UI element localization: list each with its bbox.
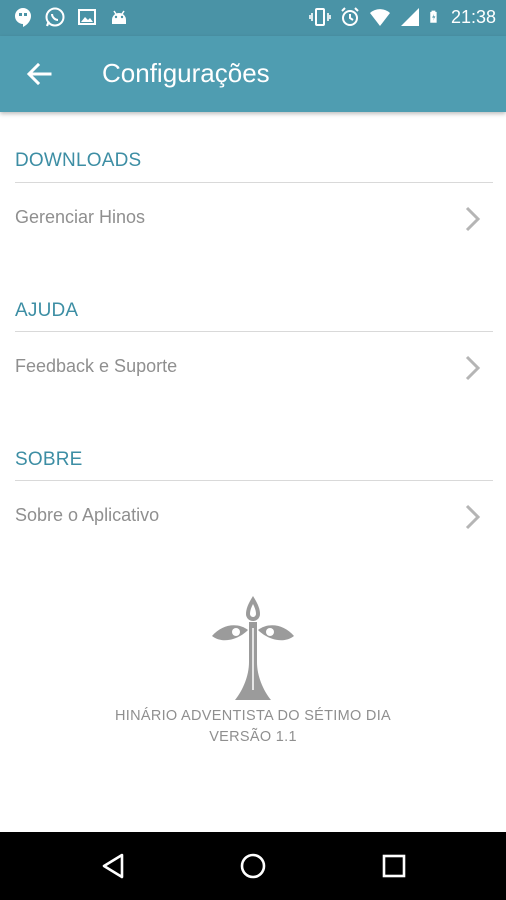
status-bar-system: 21:38: [309, 6, 496, 28]
status-bar: 21:38: [0, 0, 506, 36]
section-header-downloads: DOWNLOADS: [15, 150, 142, 171]
hangouts-icon: [15, 8, 31, 27]
settings-item-label: Feedback e Suporte: [15, 356, 178, 376]
divider: [15, 480, 493, 481]
page-title: Configurações: [102, 58, 270, 88]
signal-icon: [400, 8, 419, 26]
whatsapp-icon: [45, 7, 65, 27]
arrow-back-icon[interactable]: [20, 56, 60, 92]
wifi-icon: [369, 9, 390, 26]
adventist-logo: [212, 596, 294, 700]
alarm-icon: [341, 7, 359, 26]
settings-item-about-app[interactable]: Sobre o Aplicativo: [0, 489, 506, 545]
android-icon: [112, 10, 126, 24]
clock: 21:38: [450, 6, 496, 27]
divider: [15, 331, 493, 332]
divider: [15, 182, 493, 183]
settings-item-feedback-support[interactable]: Feedback e Suporte: [0, 340, 506, 396]
settings-item-manage-hymns[interactable]: Gerenciar Hinos: [0, 191, 506, 247]
status-bar-notifications: [12, 6, 130, 28]
settings-item-label: Sobre o Aplicativo: [15, 505, 160, 525]
battery-charging-icon: [430, 10, 437, 23]
app-name: HINÁRIO ADVENTISTA DO SÉTIMO DIA: [114, 708, 391, 724]
recents-square-icon[interactable]: [376, 848, 412, 884]
section-header-help: AJUDA: [15, 300, 79, 321]
chevron-right-icon: [465, 355, 481, 381]
app-bar: Configurações: [0, 36, 506, 112]
back-triangle-icon[interactable]: [96, 848, 132, 884]
settings-item-label: Gerenciar Hinos: [15, 207, 146, 227]
app-version: VERSÃO 1.1: [209, 729, 297, 745]
chevron-right-icon: [465, 206, 481, 232]
section-header-about: SOBRE: [15, 449, 83, 470]
chevron-right-icon: [465, 504, 481, 530]
gallery-icon: [78, 9, 96, 25]
navigation-bar: [0, 832, 506, 900]
home-circle-icon[interactable]: [235, 848, 271, 884]
vibrate-icon: [309, 8, 331, 26]
